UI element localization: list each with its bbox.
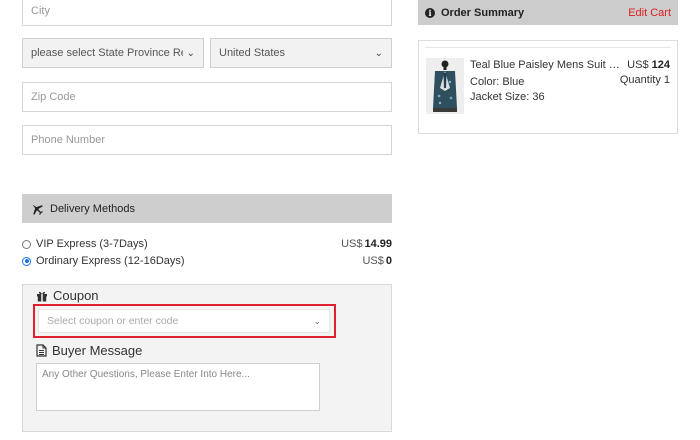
city-placeholder: City [31, 5, 50, 17]
shipping-option-label: VIP Express (3-7Days) [36, 238, 148, 250]
price-value: 0 [385, 255, 392, 267]
phone-placeholder: Phone Number [31, 134, 105, 146]
country-select-value: United States [219, 47, 286, 59]
zip-placeholder: Zip Code [31, 91, 76, 103]
price-value: 124 [651, 59, 670, 71]
city-input[interactable]: City [22, 0, 392, 26]
phone-input[interactable]: Phone Number [22, 125, 392, 155]
coupon-title: Coupon [53, 288, 99, 303]
country-select[interactable]: United States ⌄ [210, 38, 392, 68]
delivery-methods-title: Delivery Methods [50, 202, 135, 215]
shipping-option-label: Ordinary Express (12-16Days) [36, 255, 185, 267]
chevron-down-icon: ⌄ [374, 47, 383, 59]
chevron-down-icon: ⌄ [186, 47, 195, 59]
divider [425, 47, 671, 48]
coupon-highlight-box [33, 304, 336, 338]
order-summary-title: Order Summary [441, 6, 525, 19]
product-price: US$ 124 [627, 59, 670, 71]
info-icon: i [425, 7, 435, 18]
price-currency: US$ [341, 238, 363, 250]
buyer-message-title: Buyer Message [52, 343, 143, 358]
buyer-message-placeholder: Any Other Questions, Please Enter Into H… [42, 369, 250, 380]
product-size: Jacket Size: 36 [470, 91, 545, 103]
buyer-message-textarea[interactable]: Any Other Questions, Please Enter Into H… [36, 363, 320, 411]
zip-input[interactable]: Zip Code [22, 82, 392, 112]
coupon-heading: Coupon [36, 288, 99, 303]
delivery-methods-header: Delivery Methods [22, 194, 392, 223]
product-thumbnail[interactable] [426, 58, 464, 114]
state-select-value: please select State Province Region [31, 47, 183, 59]
product-color: Color: Blue [470, 76, 525, 88]
document-icon [36, 344, 47, 357]
shipping-option-vip[interactable]: VIP Express (3-7Days) US$ 14.99 [22, 236, 392, 252]
product-quantity: Quantity 1 [619, 74, 670, 86]
buyer-message-heading: Buyer Message [36, 343, 142, 358]
state-select[interactable]: please select State Province Region ⌄ [22, 38, 204, 68]
shipping-option-ordinary[interactable]: Ordinary Express (12-16Days) US$ 0 [22, 253, 392, 269]
edit-cart-link[interactable]: Edit Cart [628, 7, 671, 19]
gift-icon [37, 291, 47, 301]
order-summary-item: Teal Blue Paisley Mens Suit Pro... Color… [418, 40, 678, 134]
shipping-price: US$ 14.99 [341, 238, 392, 250]
price-currency: US$ [627, 59, 649, 71]
shipping-price: US$ 0 [362, 255, 392, 267]
radio-ordinary-express[interactable] [22, 256, 31, 266]
radio-vip-express[interactable] [22, 239, 31, 249]
airplane-icon [32, 204, 44, 215]
product-name[interactable]: Teal Blue Paisley Mens Suit Pro... [470, 59, 620, 71]
price-value: 14.99 [364, 238, 392, 250]
price-currency: US$ [362, 255, 384, 267]
order-summary-header: i Order Summary Edit Cart [418, 0, 678, 25]
